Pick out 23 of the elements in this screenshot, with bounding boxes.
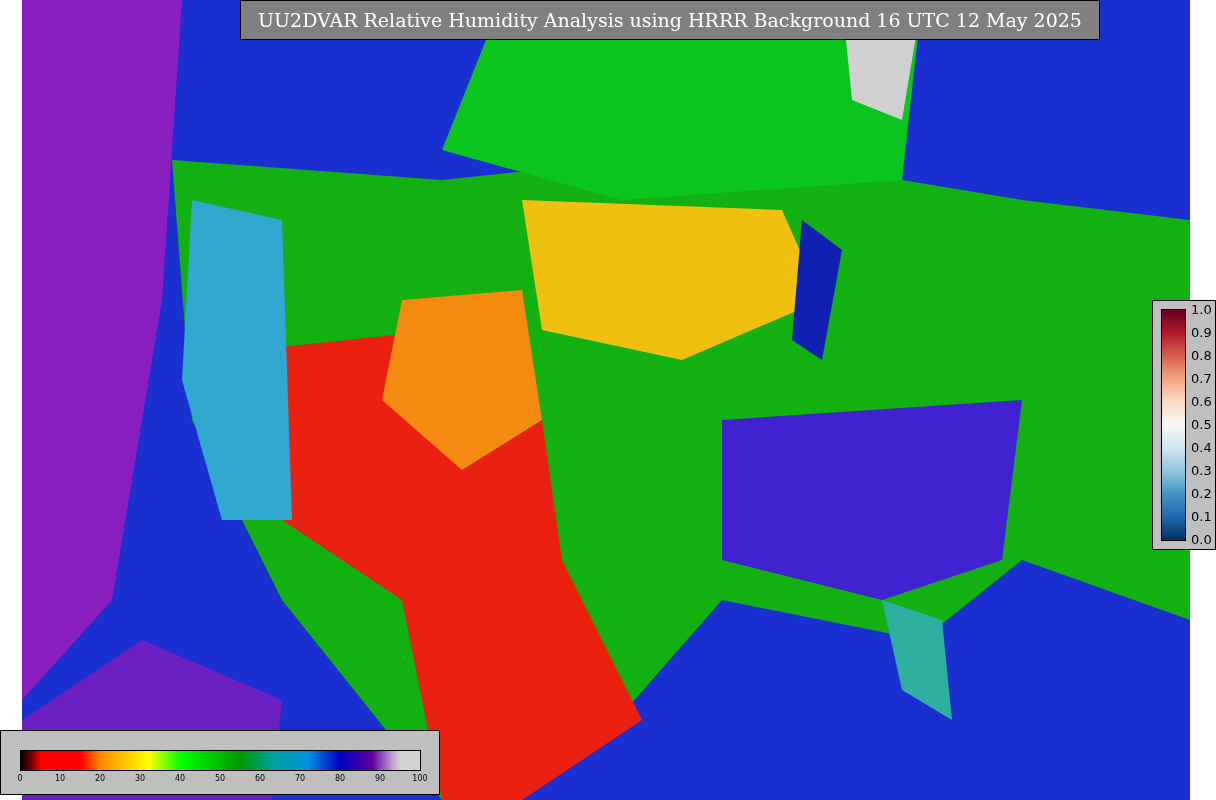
tick-label: 0.2 [1191,486,1212,502]
tick-label: 30 [133,774,147,784]
tick-label: 60 [253,774,267,784]
tick-label: 0 [16,774,24,784]
tick-label: 0.8 [1191,348,1212,364]
tick-label: 80 [333,774,347,784]
tick-label: 10 [53,774,67,784]
chart-title: UU2DVAR Relative Humidity Analysis using HRRR Background 16 UTC 12 May 2025 [240,0,1100,40]
tick-label: 0.5 [1191,417,1212,433]
tick-label: 1.0 [1191,302,1212,318]
tick-label: 0.7 [1191,371,1212,387]
tick-label: 0.0 [1191,532,1212,548]
tick-label: 0.3 [1191,463,1212,479]
tick-label: 50 [213,774,227,784]
tick-label: 90 [373,774,387,784]
tick-label: 20 [93,774,107,784]
tick-label: 0.6 [1191,394,1212,410]
tick-label: 40 [173,774,187,784]
tick-label: 0.1 [1191,509,1212,525]
tick-label: 100 [411,774,429,784]
tick-label: 0.9 [1191,325,1212,341]
tick-label: 0.4 [1191,440,1212,456]
tick-label: 70 [293,774,307,784]
